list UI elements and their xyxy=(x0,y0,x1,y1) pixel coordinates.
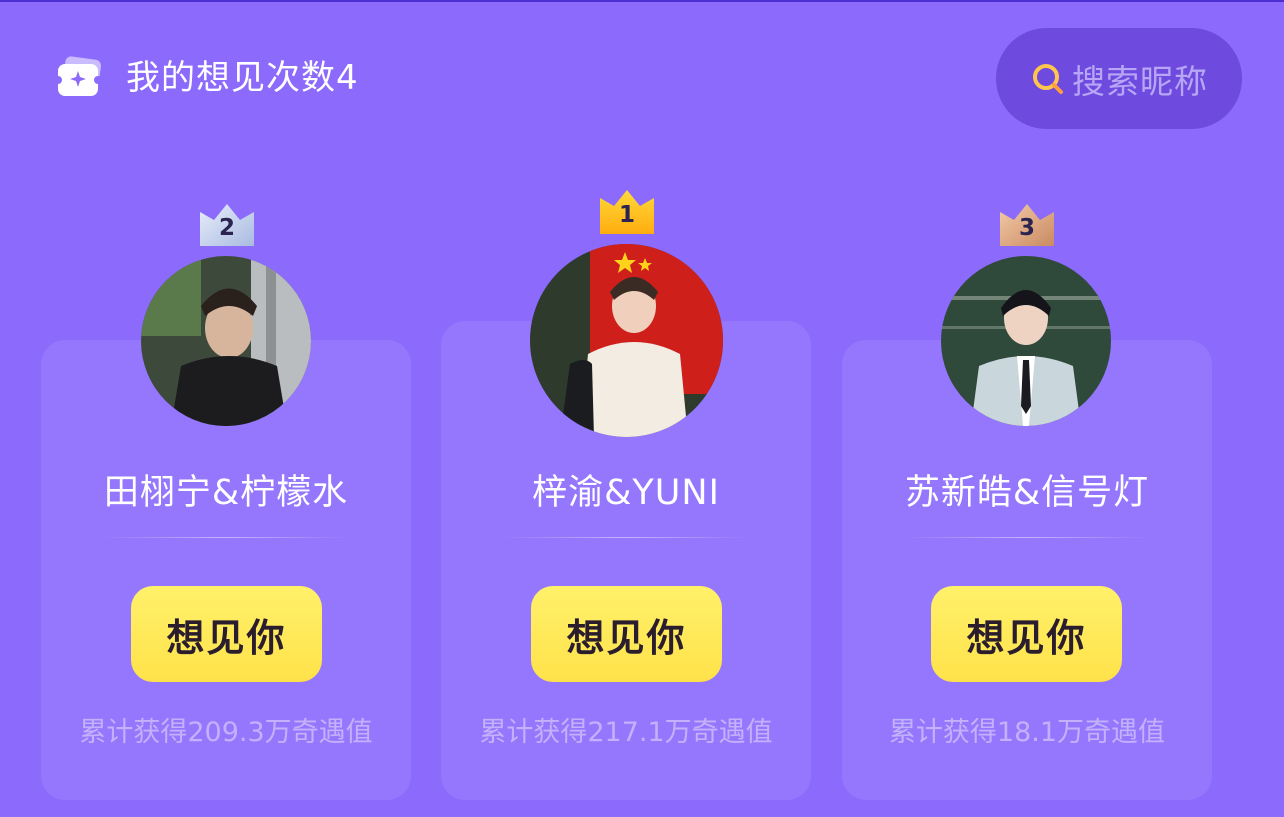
header: 我的想见次数4 xyxy=(54,54,359,102)
couple-name: 苏新皓&信号灯 xyxy=(904,473,1150,513)
rank-number: 1 xyxy=(618,202,635,228)
accumulated-value: 累计获得217.1万奇遇值 xyxy=(479,717,773,748)
avatar[interactable] xyxy=(941,256,1111,426)
couple-name: 梓渝&YUNI xyxy=(532,473,720,513)
meet-you-button[interactable]: 想见你 xyxy=(931,586,1122,682)
accumulated-value: 累计获得18.1万奇遇值 xyxy=(888,717,1166,748)
page-title: 我的想见次数4 xyxy=(126,58,359,98)
divider xyxy=(903,537,1151,538)
rank-number: 3 xyxy=(1018,215,1035,241)
search-placeholder: 搜索昵称 xyxy=(1072,61,1208,101)
crown-icon-rank-1: 1 xyxy=(598,188,656,234)
ticket-icon xyxy=(54,54,104,102)
search-input[interactable]: 搜索昵称 xyxy=(996,28,1242,129)
avatar[interactable] xyxy=(530,244,723,437)
crown-icon-rank-3: 3 xyxy=(998,202,1056,246)
avatar[interactable] xyxy=(141,256,311,426)
crown-icon-rank-2: 2 xyxy=(198,202,256,246)
divider xyxy=(102,537,350,538)
meet-you-button[interactable]: 想见你 xyxy=(131,586,322,682)
rank-number: 2 xyxy=(218,215,235,241)
divider xyxy=(502,537,750,538)
meet-you-button[interactable]: 想见你 xyxy=(531,586,722,682)
couple-name: 田栩宁&柠檬水 xyxy=(103,473,349,513)
accumulated-value: 累计获得209.3万奇遇值 xyxy=(79,717,373,748)
search-icon xyxy=(1030,61,1066,97)
